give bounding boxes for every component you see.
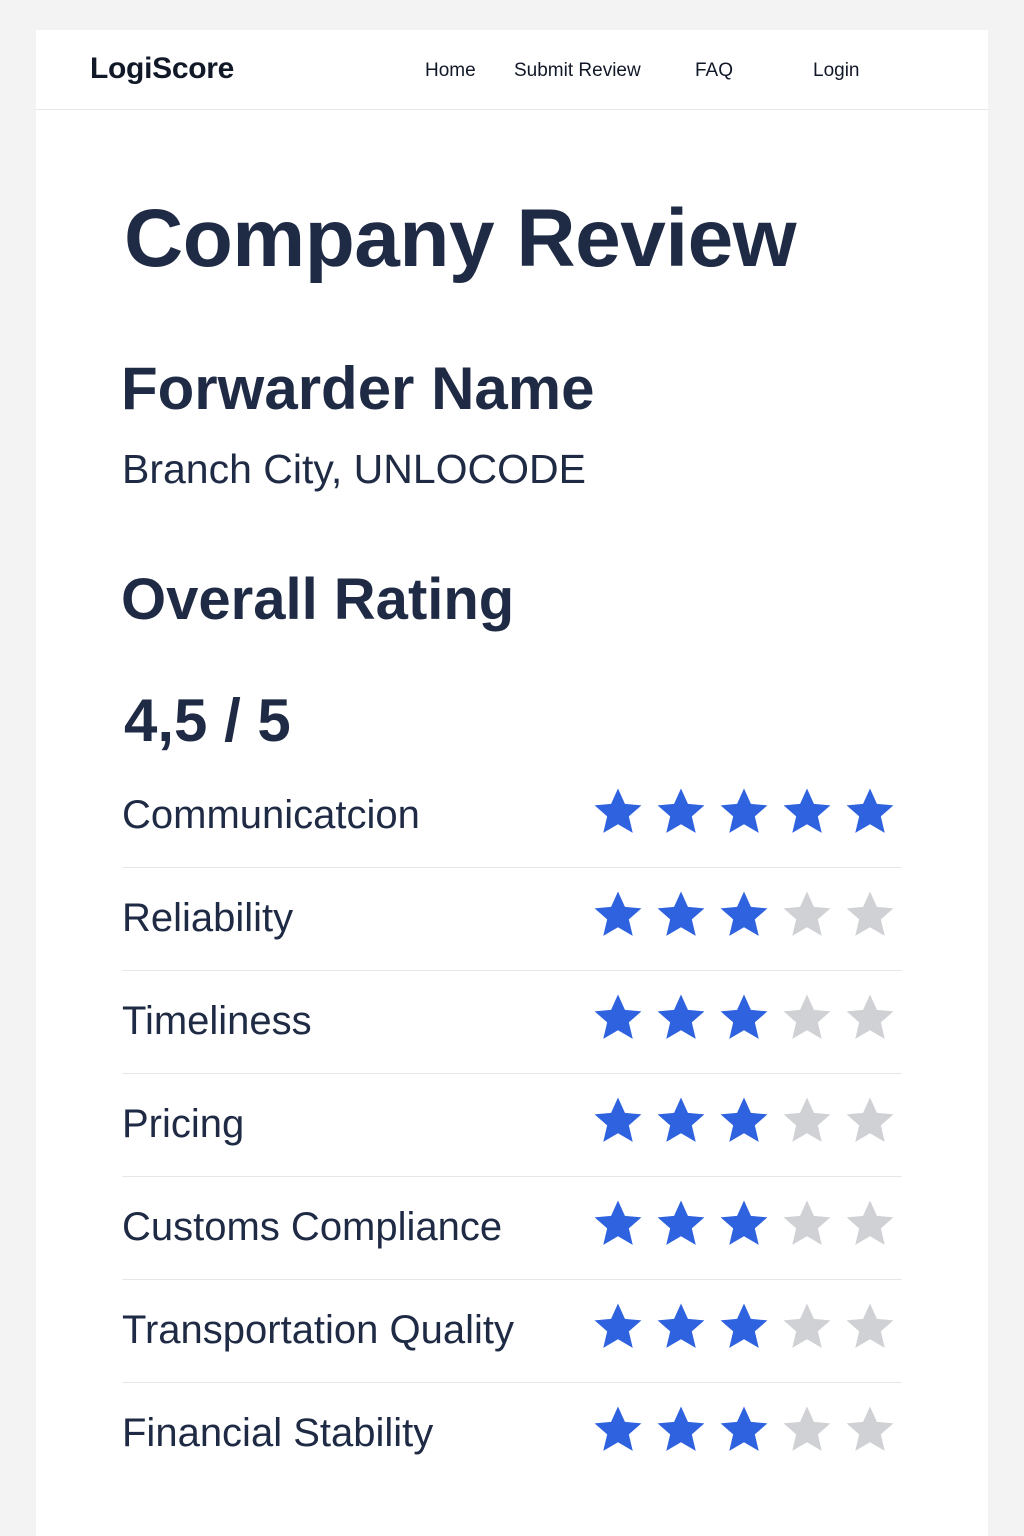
logo[interactable]: LogiScore <box>90 52 234 86</box>
star-filled-icon <box>720 788 768 833</box>
review-card: LogiScore Home Submit Review FAQ Login C… <box>36 30 988 1536</box>
star-empty-icon <box>846 1406 894 1451</box>
star-filled-icon <box>657 1406 705 1451</box>
star-filled-icon <box>594 891 642 936</box>
star-filled-icon <box>657 1097 705 1142</box>
star-rating <box>592 888 907 940</box>
star-rating <box>592 785 907 837</box>
star-empty-icon <box>846 994 894 1039</box>
rating-row: Timeliness <box>122 971 902 1074</box>
star-filled-icon <box>657 1303 705 1348</box>
star-empty-icon <box>846 891 894 936</box>
nav-login-link[interactable]: Login <box>813 60 860 82</box>
star-rating <box>592 1300 907 1352</box>
star-empty-icon <box>783 891 831 936</box>
star-empty-icon <box>846 1097 894 1142</box>
page-title: Company Review <box>124 193 796 284</box>
rating-row: Financial Stability <box>122 1383 902 1486</box>
star-filled-icon <box>657 1200 705 1245</box>
rating-row: Pricing <box>122 1074 902 1177</box>
star-filled-icon <box>720 1200 768 1245</box>
star-filled-icon <box>594 788 642 833</box>
star-empty-icon <box>783 1097 831 1142</box>
star-empty-icon <box>846 1200 894 1245</box>
rating-label: Pricing <box>122 1102 245 1146</box>
rating-row: Reliability <box>122 868 902 971</box>
star-filled-icon <box>846 788 894 833</box>
star-filled-icon <box>594 1097 642 1142</box>
rating-row: Communicatcion <box>122 765 902 868</box>
rating-label: Transportation Quality <box>122 1308 515 1352</box>
rating-row: Customs Compliance <box>122 1177 902 1280</box>
rating-label: Financial Stability <box>122 1411 434 1455</box>
star-filled-icon <box>657 994 705 1039</box>
rating-label: Timeliness <box>122 999 312 1043</box>
star-filled-icon <box>594 994 642 1039</box>
nav-faq-link[interactable]: FAQ <box>695 60 733 82</box>
star-rating <box>592 1403 907 1455</box>
rating-label: Reliability <box>122 896 294 940</box>
ratings-list: Communicatcion Reliability Timeliness Prici… <box>122 765 902 1486</box>
star-filled-icon <box>720 1303 768 1348</box>
star-empty-icon <box>846 1303 894 1348</box>
nav-home-link[interactable]: Home <box>425 60 476 82</box>
star-filled-icon <box>720 1406 768 1451</box>
star-filled-icon <box>594 1406 642 1451</box>
rating-row: Transportation Quality <box>122 1280 902 1383</box>
star-filled-icon <box>594 1303 642 1348</box>
star-rating <box>592 1197 907 1249</box>
top-navbar: LogiScore Home Submit Review FAQ Login <box>36 30 988 110</box>
star-filled-icon <box>720 994 768 1039</box>
star-filled-icon <box>720 891 768 936</box>
star-empty-icon <box>783 994 831 1039</box>
rating-label: Communicatcion <box>122 793 420 837</box>
star-filled-icon <box>783 788 831 833</box>
nav-submit-review-link[interactable]: Submit Review <box>514 60 641 82</box>
star-rating <box>592 1094 907 1146</box>
star-filled-icon <box>594 1200 642 1245</box>
overall-rating-heading: Overall Rating <box>121 567 515 632</box>
branch-location: Branch City, UNLOCODE <box>122 446 587 492</box>
star-empty-icon <box>783 1303 831 1348</box>
star-filled-icon <box>657 891 705 936</box>
overall-rating-score: 4,5 / 5 <box>124 687 291 754</box>
star-empty-icon <box>783 1200 831 1245</box>
forwarder-name: Forwarder Name <box>121 355 595 422</box>
star-rating <box>592 991 907 1043</box>
star-empty-icon <box>783 1406 831 1451</box>
star-filled-icon <box>657 788 705 833</box>
star-filled-icon <box>720 1097 768 1142</box>
rating-label: Customs Compliance <box>122 1205 503 1249</box>
